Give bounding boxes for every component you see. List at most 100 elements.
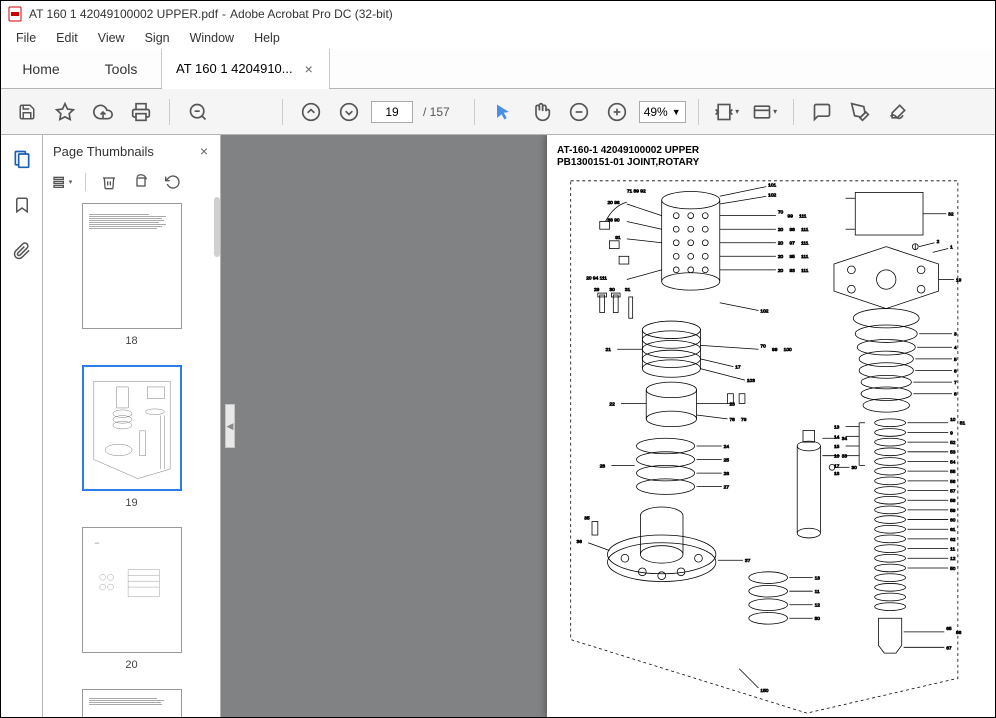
tab-home[interactable]: Home: [1, 49, 81, 88]
svg-text:21: 21: [606, 347, 612, 353]
menu-window[interactable]: Window: [181, 29, 243, 47]
tab-document[interactable]: AT 160 1 4204910... ×: [161, 49, 330, 88]
menu-file[interactable]: File: [7, 29, 45, 47]
panel-collapse-handle[interactable]: ◀: [225, 404, 235, 448]
highlight-icon[interactable]: [844, 96, 876, 128]
document-viewport[interactable]: AT-160-1 42049100002 UPPER PB1300151-01 …: [221, 135, 995, 717]
svg-text:12: 12: [815, 603, 821, 609]
page-down-icon[interactable]: [333, 96, 365, 128]
thumbnail-page-18[interactable]: [82, 203, 182, 329]
attachment-rail-icon[interactable]: [10, 239, 34, 263]
svg-text:9: 9: [950, 430, 953, 436]
bookmark-rail-icon[interactable]: [10, 193, 34, 217]
thumbnail-item[interactable]: [43, 689, 220, 717]
svg-text:57: 57: [950, 488, 956, 494]
menubar: File Edit View Sign Window Help: [1, 27, 995, 49]
svg-text:100: 100: [784, 347, 792, 353]
thumbnails-scrollbar[interactable]: [214, 197, 220, 257]
svg-text:5: 5: [954, 357, 957, 363]
close-icon[interactable]: ×: [303, 61, 315, 77]
svg-text:54: 54: [950, 459, 956, 465]
svg-text:26: 26: [724, 471, 730, 477]
left-nav-rail: [1, 135, 43, 717]
fit-width-icon[interactable]: ▾: [711, 96, 743, 128]
thumbnails-header: Page Thumbnails ×: [43, 135, 220, 167]
svg-text:93: 93: [789, 268, 795, 274]
svg-text:10: 10: [950, 417, 956, 423]
thumb-options-icon[interactable]: ▾: [51, 171, 73, 193]
page-display-icon[interactable]: ▾: [749, 96, 781, 128]
svg-text:37: 37: [745, 558, 751, 564]
svg-text:8: 8: [954, 392, 957, 398]
menu-view[interactable]: View: [89, 29, 134, 47]
svg-text:27: 27: [724, 485, 730, 491]
rotate-ccw-icon[interactable]: [162, 171, 184, 193]
svg-text:95: 95: [789, 254, 795, 260]
thumbnail-item[interactable]: ── 20: [43, 527, 220, 671]
menu-edit[interactable]: Edit: [47, 29, 87, 47]
page-up-icon[interactable]: [295, 96, 327, 128]
svg-text:30: 30: [609, 287, 615, 293]
zoom-out-search-icon[interactable]: [182, 96, 214, 128]
svg-text:111: 111: [799, 214, 807, 220]
page-number-input[interactable]: [371, 101, 413, 123]
svg-text:20 96: 20 96: [607, 200, 619, 206]
thumbnail-page-21[interactable]: [82, 689, 182, 717]
thumbnail-page-20[interactable]: ──: [82, 527, 182, 653]
svg-text:1: 1: [950, 245, 953, 251]
svg-text:97: 97: [789, 241, 795, 247]
thumbnail-label: 19: [125, 497, 137, 509]
svg-text:59: 59: [950, 508, 956, 514]
tab-tools[interactable]: Tools: [81, 49, 161, 88]
svg-text:99: 99: [772, 347, 778, 353]
tab-document-label: AT 160 1 4204910...: [176, 61, 293, 76]
svg-text:111: 111: [801, 254, 809, 260]
rotate-cw-icon[interactable]: [130, 171, 152, 193]
svg-text:──: ──: [93, 541, 99, 545]
svg-text:62: 62: [950, 537, 956, 543]
selection-tool-icon[interactable]: [487, 96, 519, 128]
thumbnails-rail-icon[interactable]: [10, 147, 34, 171]
svg-text:78: 78: [729, 417, 735, 423]
window-title-file: AT 160 1 42049100002 UPPER.pdf: [29, 7, 218, 21]
thumbnail-page-19[interactable]: [82, 365, 182, 491]
thumbnails-list: 18: [43, 197, 220, 717]
thumbnail-label: 20: [125, 659, 137, 671]
svg-text:22: 22: [609, 401, 615, 407]
svg-text:101: 101: [768, 183, 776, 189]
main-area: Page Thumbnails × ▾ 18: [1, 135, 995, 717]
thumbnail-item[interactable]: 19: [43, 365, 220, 509]
delete-icon[interactable]: [98, 171, 120, 193]
window-title-app: Adobe Acrobat Pro DC (32-bit): [230, 7, 393, 21]
svg-text:70: 70: [778, 210, 784, 216]
zoom-in-icon[interactable]: [601, 96, 633, 128]
menu-sign[interactable]: Sign: [136, 29, 179, 47]
svg-text:32: 32: [948, 212, 954, 218]
print-icon[interactable]: [125, 96, 157, 128]
hand-tool-icon[interactable]: [525, 96, 557, 128]
sign-icon[interactable]: [882, 96, 914, 128]
thumbnails-tools: ▾: [43, 167, 220, 197]
doc-title-line1: AT-160-1 42049100002 UPPER: [557, 145, 989, 157]
cloud-upload-icon[interactable]: [87, 96, 119, 128]
svg-text:98: 98: [789, 227, 795, 233]
star-icon[interactable]: [49, 96, 81, 128]
thumbnail-item[interactable]: 18: [43, 203, 220, 347]
svg-text:13: 13: [834, 425, 840, 431]
panel-close-icon[interactable]: ×: [198, 143, 210, 159]
zoom-select[interactable]: 49% ▼: [639, 101, 686, 123]
svg-text:50: 50: [950, 566, 956, 572]
svg-text:28: 28: [600, 463, 606, 469]
thumbnail-label: 18: [125, 335, 137, 347]
svg-text:16: 16: [834, 454, 840, 460]
zoom-out-icon[interactable]: [563, 96, 595, 128]
svg-text:71 89 92: 71 89 92: [627, 188, 646, 194]
svg-text:35: 35: [584, 516, 590, 522]
svg-text:51: 51: [960, 421, 966, 427]
svg-text:14: 14: [834, 434, 840, 440]
comment-icon[interactable]: [806, 96, 838, 128]
save-icon[interactable]: [11, 96, 43, 128]
thumbnails-panel: Page Thumbnails × ▾ 18: [43, 135, 221, 717]
svg-text:4: 4: [954, 345, 957, 351]
menu-help[interactable]: Help: [245, 29, 289, 47]
